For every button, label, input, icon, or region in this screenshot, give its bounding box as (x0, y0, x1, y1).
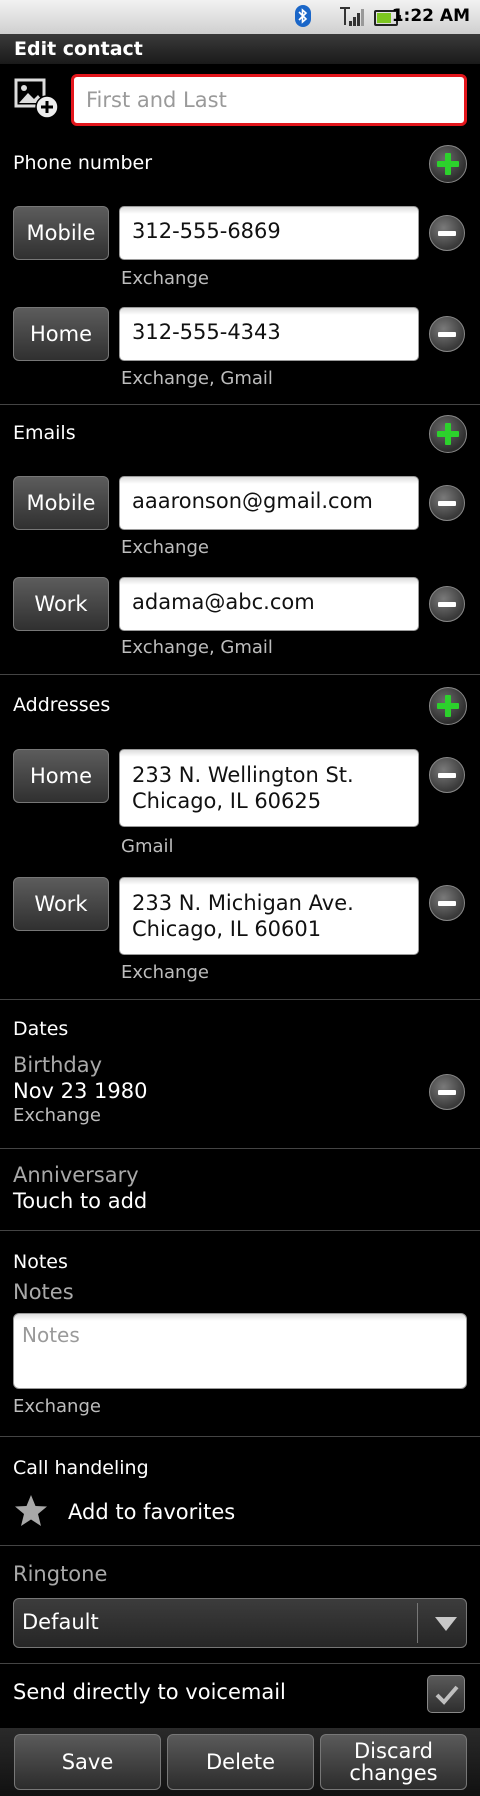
address-line1: 233 N. Wellington St. (132, 763, 354, 787)
remove-address-button[interactable] (429, 885, 465, 921)
phone-field[interactable]: 312-555-6869 (119, 206, 419, 260)
notes-input[interactable]: Notes (13, 1313, 467, 1389)
email-field[interactable]: aaaronson@gmail.com (119, 476, 419, 530)
email-field[interactable]: adama@abc.com (119, 577, 419, 631)
address-field[interactable]: 233 N. Michigan Ave. Chicago, IL 60601 (119, 877, 419, 955)
dropdown-arrow-icon (435, 1617, 457, 1631)
add-to-favorites[interactable]: Add to favorites (68, 1500, 235, 1524)
address-line2: Chicago, IL 60601 (132, 917, 322, 941)
remove-phone-button[interactable] (429, 215, 465, 251)
email-source: Exchange (121, 537, 209, 558)
address-field[interactable]: 233 N. Wellington St. Chicago, IL 60625 (119, 749, 419, 827)
discard-label-line2: changes (349, 1761, 438, 1785)
notes-section-label: Notes (13, 1251, 68, 1273)
address-type-button[interactable]: Work (13, 877, 109, 931)
email-type-button[interactable]: Mobile (13, 476, 109, 530)
page-title: Edit contact (14, 38, 143, 60)
notes-field-label: Notes (13, 1280, 74, 1304)
email-source: Exchange, Gmail (121, 637, 273, 658)
add-email-button[interactable] (429, 415, 467, 453)
divider (0, 674, 480, 675)
address-line2: Chicago, IL 60625 (132, 789, 322, 813)
divider (0, 1663, 480, 1664)
add-phone-button[interactable] (429, 145, 467, 183)
star-icon[interactable] (13, 1493, 49, 1529)
discard-changes-button[interactable]: Discard changes (320, 1734, 467, 1790)
phone-section-label: Phone number (13, 152, 153, 174)
status-time: 1:22 AM (391, 6, 470, 26)
birthday-value[interactable]: Nov 23 1980 (13, 1079, 148, 1103)
dates-section-label: Dates (13, 1018, 69, 1040)
phone-source: Exchange, Gmail (121, 368, 273, 389)
address-source: Exchange (121, 962, 209, 983)
birthday-label[interactable]: Birthday (13, 1053, 102, 1077)
voicemail-label: Send directly to voicemail (13, 1680, 286, 1704)
ringtone-select[interactable]: Default (13, 1598, 467, 1648)
save-button[interactable]: Save (14, 1734, 161, 1790)
delete-button[interactable]: Delete (167, 1734, 314, 1790)
call-handling-label: Call handeling (13, 1457, 149, 1479)
email-section-label: Emails (13, 422, 76, 444)
anniversary-add[interactable]: Touch to add (13, 1189, 147, 1213)
divider (0, 1148, 480, 1149)
divider (0, 1436, 480, 1437)
anniversary-label[interactable]: Anniversary (13, 1163, 139, 1187)
phone-type-button[interactable]: Home (13, 307, 109, 361)
add-photo-icon[interactable] (14, 78, 60, 120)
signal-icon (340, 7, 364, 26)
address-type-button[interactable]: Home (13, 749, 109, 803)
checkmark-icon (435, 1685, 459, 1705)
divider (0, 1230, 480, 1231)
notes-source: Exchange (13, 1396, 101, 1417)
ringtone-value: Default (22, 1610, 99, 1634)
address-section-label: Addresses (13, 694, 111, 716)
remove-email-button[interactable] (429, 586, 465, 622)
add-address-button[interactable] (429, 687, 467, 725)
remove-email-button[interactable] (429, 485, 465, 521)
bluetooth-icon (295, 5, 311, 27)
divider (0, 404, 480, 405)
voicemail-checkbox[interactable] (427, 1675, 465, 1713)
divider (0, 999, 480, 1000)
address-source: Gmail (121, 836, 174, 857)
divider (0, 1545, 480, 1546)
remove-phone-button[interactable] (429, 316, 465, 352)
birthday-source: Exchange (13, 1105, 101, 1126)
title-bar: Edit contact (0, 34, 480, 64)
phone-source: Exchange (121, 268, 209, 289)
status-bar: 1:22 AM (0, 0, 480, 34)
remove-address-button[interactable] (429, 757, 465, 793)
ringtone-label: Ringtone (13, 1562, 108, 1586)
discard-label-line1: Discard (354, 1739, 433, 1763)
phone-field[interactable]: 312-555-4343 (119, 307, 419, 361)
remove-birthday-button[interactable] (429, 1074, 465, 1110)
email-type-button[interactable]: Work (13, 577, 109, 631)
phone-type-button[interactable]: Mobile (13, 206, 109, 260)
name-input[interactable]: First and Last (71, 74, 467, 126)
address-line1: 233 N. Michigan Ave. (132, 891, 354, 915)
